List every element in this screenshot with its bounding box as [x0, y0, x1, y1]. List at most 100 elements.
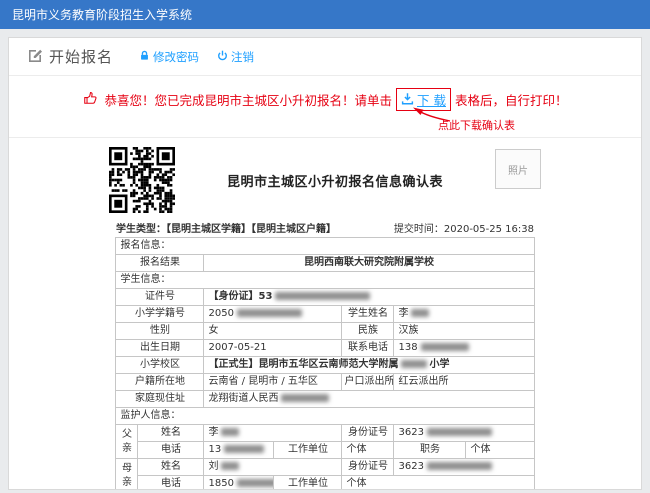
table-row: 电话 13 工作单位 个体 职务 个体	[116, 442, 534, 459]
notice-text-after: 表格后，自行打印！	[455, 93, 568, 108]
id-value: 【身份证】53	[204, 289, 534, 306]
submit-time: 提交时间：2020-05-25 16:38	[394, 220, 534, 235]
father-job-label: 职务	[394, 442, 466, 459]
mother-phone-label: 电话	[138, 476, 204, 491]
father-work-value: 个体	[342, 442, 394, 459]
redacted-text	[275, 292, 370, 300]
form-meta: 学生类型：【昆明主城区学籍】【昆明主城区户籍】 提交时间：2020-05-25 …	[116, 220, 534, 235]
lock-icon	[139, 50, 150, 64]
mother-phone-value: 1850	[204, 476, 274, 491]
table-row: 母亲 姓名 刘 身份证号 3623	[116, 459, 534, 476]
table-row: 出生日期 2007-05-21 联系电话 138	[116, 340, 534, 357]
redacted-text	[411, 309, 429, 317]
redacted-text	[237, 479, 274, 487]
main-panel: 开始报名 修改密码 注销 恭喜您！您已完成昆明市主城区小升初报名！请单击下 载点…	[8, 37, 642, 490]
notice-banner: 恭喜您！您已完成昆明市主城区小升初报名！请单击下 载点此下载确认表表格后，自行打…	[9, 76, 641, 138]
hukou-label: 户籍所在地	[116, 374, 204, 391]
mother-work-value: 个体	[342, 476, 534, 491]
mother-id-value: 3623	[394, 459, 534, 476]
section-student: 学生信息：	[116, 272, 534, 289]
contact-phone-label: 联系电话	[342, 340, 394, 357]
section-registration: 报名信息：	[116, 238, 534, 255]
redacted-text	[421, 343, 469, 351]
father-name-value: 李	[204, 425, 342, 442]
birth-label: 出生日期	[116, 340, 204, 357]
table-row: 家庭现住址 龙翔街道人民西	[116, 391, 534, 408]
father-id-value: 3623	[394, 425, 534, 442]
table-row: 学生信息：	[116, 272, 534, 289]
gender-label: 性别	[116, 323, 204, 340]
police-label: 户口派出所	[342, 374, 394, 391]
redacted-text	[427, 462, 492, 470]
student-name-label: 学生姓名	[342, 306, 394, 323]
xjh-label: 小学学籍号	[116, 306, 204, 323]
change-password-label: 修改密码	[153, 49, 199, 65]
birth-value: 2007-05-21	[204, 340, 342, 357]
hukou-value: 云南省 / 昆明市 / 五华区	[204, 374, 342, 391]
qr-code	[109, 147, 175, 213]
address-label: 家庭现住址	[116, 391, 204, 408]
logout-label: 注销	[231, 49, 254, 65]
ethnic-label: 民族	[342, 323, 394, 340]
download-area: 下 载点此下载确认表	[396, 88, 451, 111]
table-row: 报名结果 昆明西南联大研究院附属学校	[116, 255, 534, 272]
table-row: 小学学籍号 2050 学生姓名 李	[116, 306, 534, 323]
redacted-text	[281, 394, 329, 402]
form-header: 昆明市主城区小升初报名信息确认表 照片	[109, 147, 541, 213]
confirmation-table: 报名信息： 报名结果 昆明西南联大研究院附属学校 学生信息： 证件号 【身份证】…	[115, 237, 534, 490]
photo-placeholder: 照片	[495, 149, 541, 189]
form-title: 昆明市主城区小升初报名信息确认表	[175, 171, 495, 190]
redacted-text	[427, 428, 492, 436]
xjh-value: 2050	[204, 306, 342, 323]
table-row: 报名信息：	[116, 238, 534, 255]
mother-name-label: 姓名	[138, 459, 204, 476]
mother-label: 母亲	[116, 459, 138, 491]
redacted-text	[237, 309, 302, 317]
mother-work-label: 工作单位	[274, 476, 342, 491]
app-header: 昆明市义务教育阶段招生入学系统	[0, 0, 650, 29]
redacted-text	[401, 360, 427, 368]
address-value: 龙翔街道人民西	[204, 391, 534, 408]
father-phone-value: 13	[204, 442, 274, 459]
student-type: 学生类型：【昆明主城区学籍】【昆明主城区户籍】	[116, 220, 336, 235]
redacted-text	[224, 445, 264, 453]
logout-icon	[217, 50, 228, 64]
toolbar: 开始报名 修改密码 注销	[9, 38, 641, 76]
ethnic-value: 汉族	[394, 323, 534, 340]
school-label: 小学校区	[116, 357, 204, 374]
id-label: 证件号	[116, 289, 204, 306]
notice-text-before: 恭喜您！您已完成昆明市主城区小升初报名！请单击	[104, 93, 392, 108]
table-row: 户籍所在地 云南省 / 昆明市 / 五华区 户口派出所 红云派出所	[116, 374, 534, 391]
table-row: 电话 1850 工作单位 个体	[116, 476, 534, 491]
table-row: 监护人信息：	[116, 408, 534, 425]
police-value: 红云派出所	[394, 374, 534, 391]
app-title: 昆明市义务教育阶段招生入学系统	[12, 6, 192, 23]
contact-phone-value: 138	[394, 340, 534, 357]
table-row: 证件号 【身份证】53	[116, 289, 534, 306]
section-guardian: 监护人信息：	[116, 408, 534, 425]
reg-result-value: 昆明西南联大研究院附属学校	[204, 255, 534, 272]
download-hint: 点此下载确认表	[438, 117, 515, 133]
school-value: 【正式生】昆明市五华区云南师范大学附属小学	[204, 357, 534, 374]
reg-result-label: 报名结果	[116, 255, 204, 272]
edit-icon	[27, 47, 43, 67]
father-label: 父亲	[116, 425, 138, 459]
change-password-link[interactable]: 修改密码	[139, 49, 199, 65]
logout-link[interactable]: 注销	[217, 49, 254, 65]
father-name-label: 姓名	[138, 425, 204, 442]
father-job-value: 个体	[466, 442, 534, 459]
table-row: 小学校区 【正式生】昆明市五华区云南师范大学附属小学	[116, 357, 534, 374]
thumbs-up-icon	[83, 93, 101, 108]
table-row: 性别 女 民族 汉族	[116, 323, 534, 340]
table-row: 父亲 姓名 李 身份证号 3623	[116, 425, 534, 442]
redacted-text	[221, 462, 239, 470]
mother-name-value: 刘	[204, 459, 342, 476]
father-id-label: 身份证号	[342, 425, 394, 442]
confirmation-form: 昆明市主城区小升初报名信息确认表 照片 学生类型：【昆明主城区学籍】【昆明主城区…	[9, 138, 641, 490]
father-phone-label: 电话	[138, 442, 204, 459]
redacted-text	[221, 428, 239, 436]
gender-value: 女	[204, 323, 342, 340]
page-title: 开始报名	[49, 46, 113, 67]
mother-id-label: 身份证号	[342, 459, 394, 476]
student-name-value: 李	[394, 306, 534, 323]
